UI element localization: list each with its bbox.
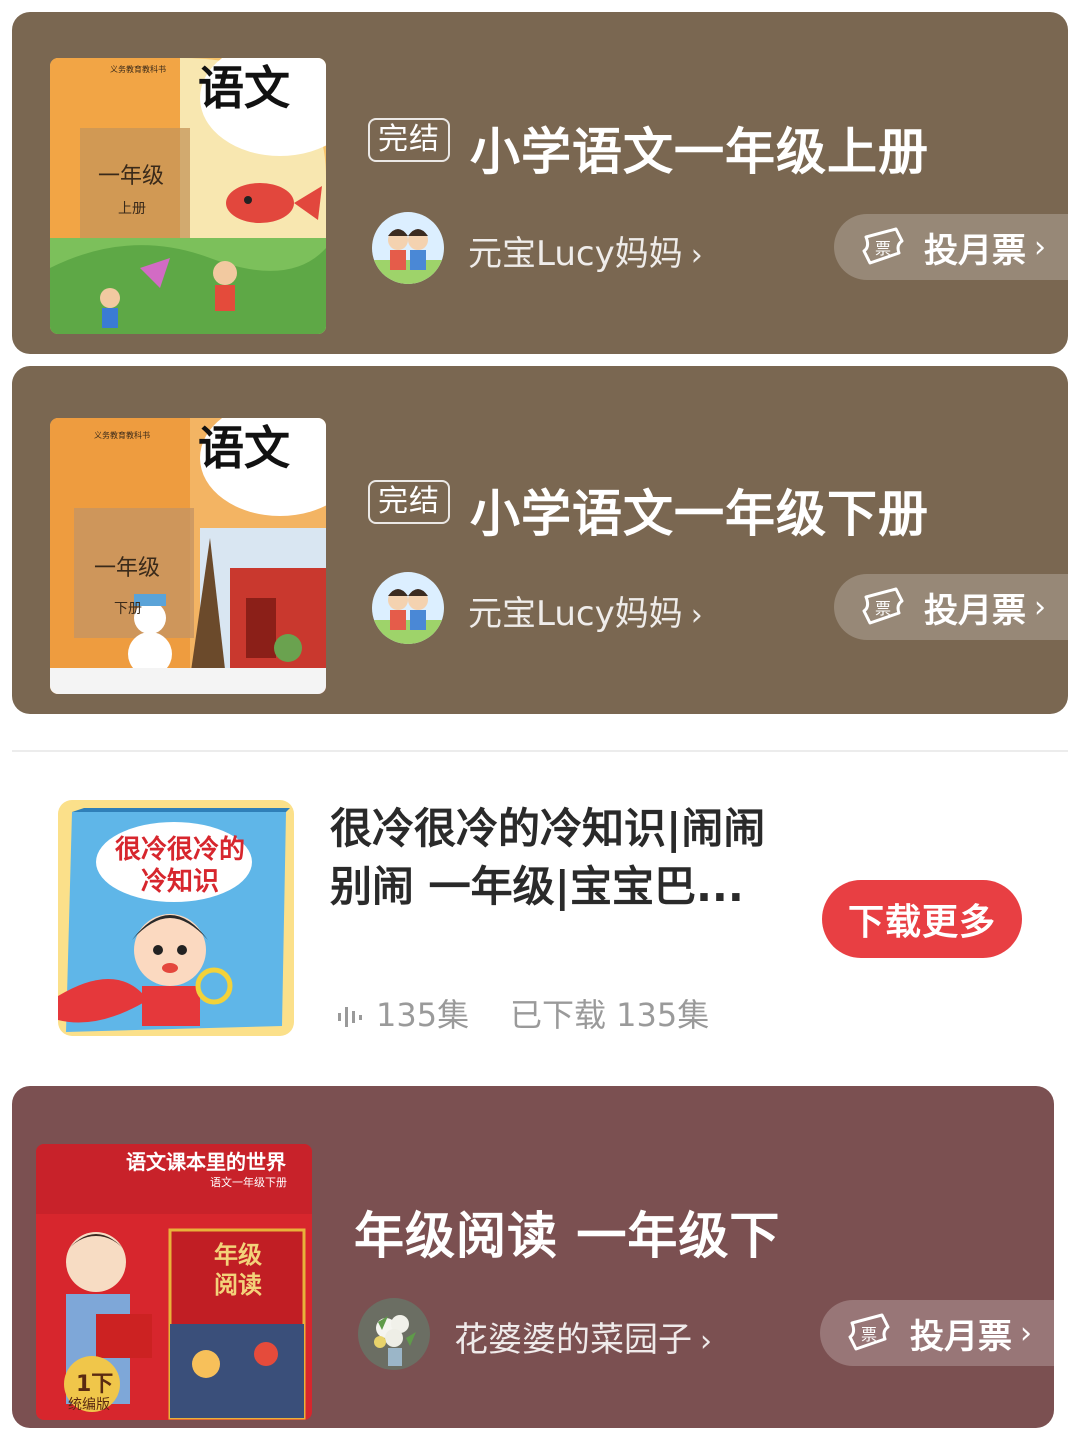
album-card[interactable]: 语文 一年级 上册 义务教育教科书 完结 小学语文一年级上册 元宝Lucy妈妈 ›…	[12, 12, 1068, 354]
avatar-image	[372, 572, 444, 644]
chevron-right-icon: ›	[690, 598, 703, 633]
recommend-cover: 语文课本里的世界 语文一年级下册 年级阅读 1下 统编版	[36, 1144, 312, 1420]
status-badge: 完结	[368, 480, 450, 524]
chevron-right-icon: ›	[700, 1324, 712, 1359]
download-cover: 很冷很冷的冷知识	[58, 800, 294, 1036]
svg-text:票: 票	[875, 239, 891, 258]
recommend-cover-book: 年级阅读	[214, 1240, 262, 1299]
recommend-title[interactable]: 年级阅读 一年级下	[354, 1196, 780, 1268]
author-name[interactable]: 元宝Lucy妈妈 ›	[468, 226, 703, 275]
download-cover-text: 很冷很冷的冷知识	[114, 835, 245, 897]
svg-text:票: 票	[875, 599, 891, 618]
album-cover: 语文 一年级 下册 义务教育教科书	[50, 418, 326, 694]
chevron-right-icon: ›	[1034, 589, 1046, 625]
author-avatar[interactable]	[372, 572, 444, 644]
cover-volume: 上册	[118, 201, 146, 217]
cover-brand: 语文	[198, 61, 290, 115]
cover-series: 义务教育教科书	[94, 431, 150, 440]
album-title[interactable]: 小学语文一年级下册	[470, 474, 929, 546]
vote-label: 投月票	[924, 230, 1026, 271]
status-badge: 完结	[368, 118, 450, 162]
author-name[interactable]: 花婆婆的菜园子 ›	[454, 1312, 712, 1361]
cover-grade: 一年级	[94, 556, 161, 581]
vote-label: 投月票	[910, 1316, 1012, 1357]
episode-count-text: 135集	[376, 996, 470, 1034]
chevron-right-icon: ›	[1034, 229, 1046, 265]
chevron-right-icon: ›	[1020, 1315, 1032, 1351]
cover-brand: 语文	[198, 421, 290, 475]
vote-button[interactable]: 票 投月票 ›	[834, 214, 1068, 280]
vote-label: 投月票	[924, 590, 1026, 631]
author-avatar[interactable]	[372, 212, 444, 284]
author-name-text: 元宝Lucy妈妈	[468, 594, 683, 634]
author-name-text: 元宝Lucy妈妈	[468, 234, 683, 274]
episode-count: 135集	[336, 990, 469, 1036]
recommend-cover-edition: 统编版	[68, 1397, 110, 1413]
cover-volume: 下册	[114, 601, 142, 617]
download-title[interactable]: 很冷很冷的冷知识|闹闹别闹 一年级|宝宝巴...	[330, 800, 800, 916]
ticket-icon: 票	[848, 1313, 890, 1351]
avatar-image	[372, 212, 444, 284]
download-list-item[interactable]: 很冷很冷的冷知识 很冷很冷的冷知识|闹闹别闹 一年级|宝宝巴... 下载更多 1…	[0, 760, 1080, 1070]
ticket-icon: 票	[862, 227, 904, 265]
download-more-button[interactable]: 下载更多	[822, 880, 1022, 958]
audio-wave-icon	[338, 1007, 362, 1027]
author-name[interactable]: 元宝Lucy妈妈 ›	[468, 586, 703, 635]
svg-text:票: 票	[861, 1325, 877, 1344]
recommend-card[interactable]: 语文课本里的世界 语文一年级下册 年级阅读 1下 统编版 年级阅读 一年级下 花…	[12, 1086, 1054, 1428]
avatar-image	[358, 1298, 430, 1370]
author-avatar[interactable]	[358, 1298, 430, 1370]
album-card[interactable]: 语文 一年级 下册 义务教育教科书 完结 小学语文一年级下册 元宝Lucy妈妈 ›…	[12, 366, 1068, 714]
cover-series: 义务教育教科书	[110, 65, 166, 74]
section-divider	[12, 750, 1068, 752]
vote-button[interactable]: 票 投月票 ›	[834, 574, 1068, 640]
vote-button[interactable]: 票 投月票 ›	[820, 1300, 1054, 1366]
recommend-cover-top: 语文课本里的世界	[126, 1150, 286, 1174]
album-cover: 语文 一年级 上册 义务教育教科书	[50, 58, 326, 334]
cover-grade: 一年级	[98, 164, 165, 189]
recommend-cover-sub: 语文一年级下册	[210, 1176, 287, 1189]
album-title[interactable]: 小学语文一年级上册	[470, 112, 929, 184]
ticket-icon: 票	[862, 587, 904, 625]
author-name-text: 花婆婆的菜园子	[454, 1320, 692, 1360]
chevron-right-icon: ›	[690, 238, 703, 273]
downloaded-count: 已下载 135集	[510, 996, 710, 1034]
